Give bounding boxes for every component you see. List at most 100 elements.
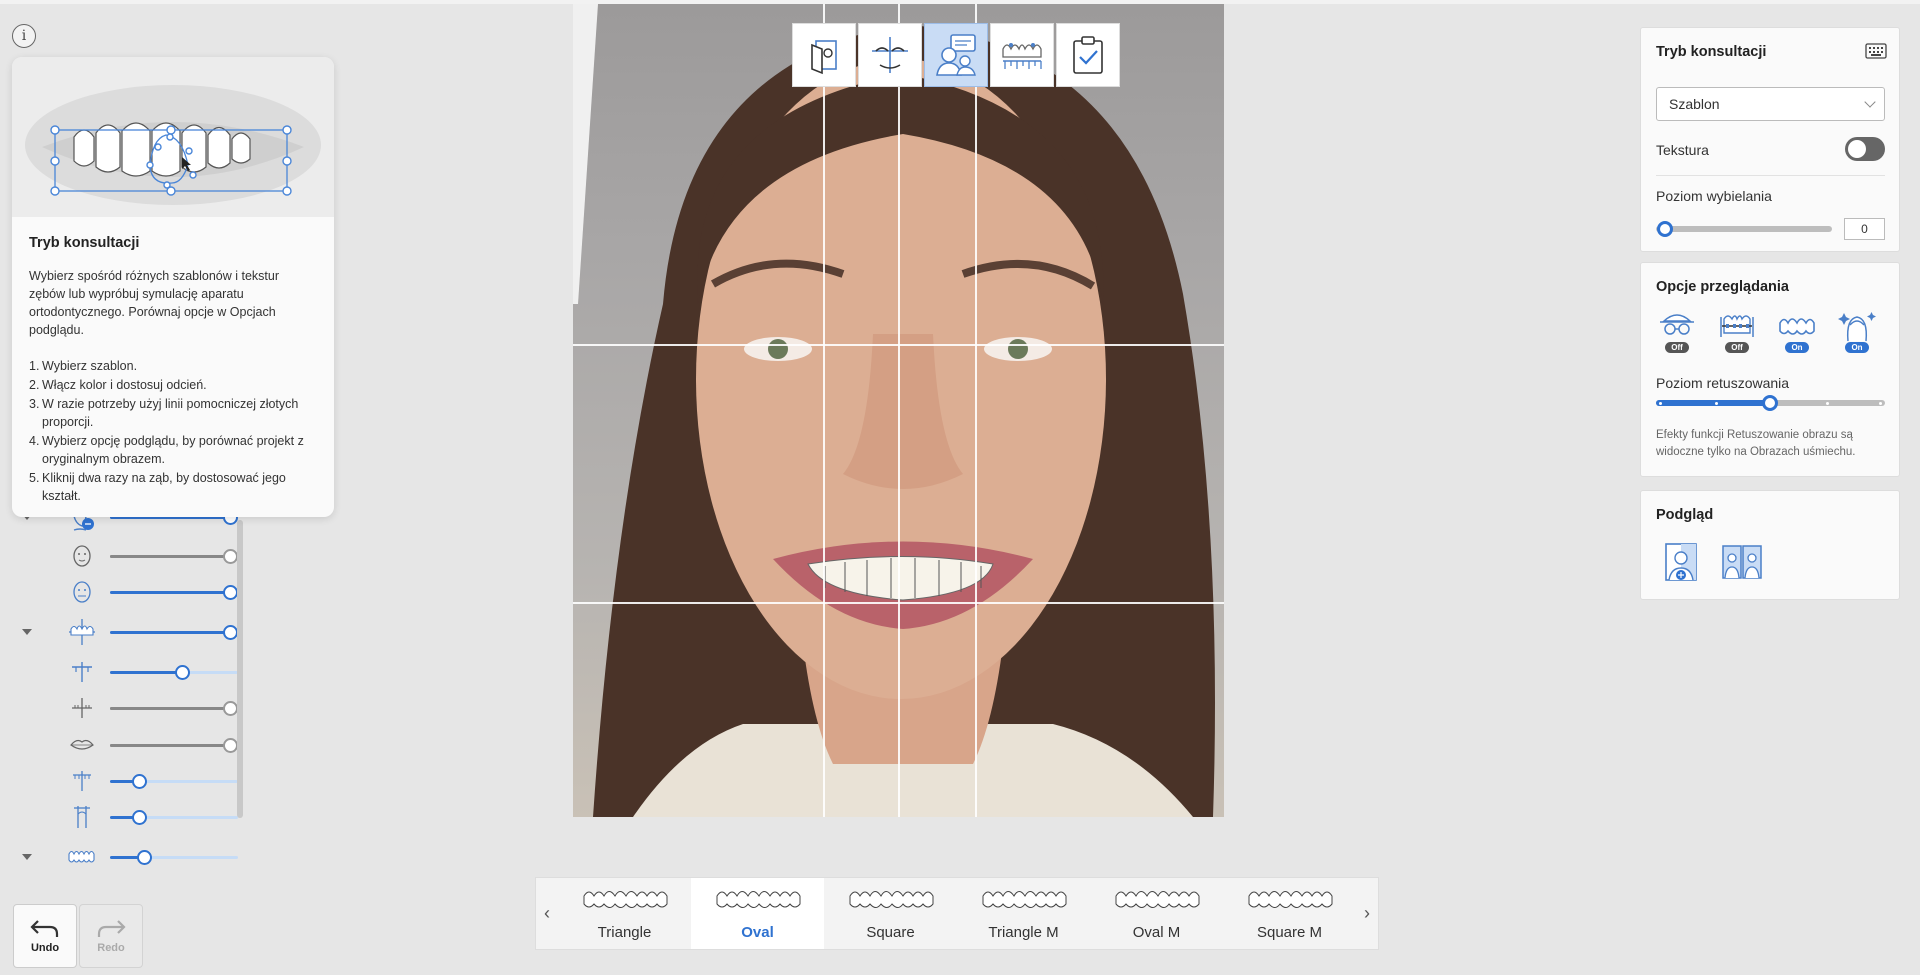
midline-icon [67, 657, 97, 687]
face-blue-icon [67, 577, 97, 607]
retouch-toggle[interactable]: On [1836, 311, 1878, 353]
template-item[interactable]: Square M [1223, 878, 1356, 949]
template-prev-button[interactable]: ‹ [536, 878, 558, 949]
slider-track[interactable] [110, 809, 238, 825]
help-step: 5. Kliknij dwa razy na ząb, by dostosować… [29, 471, 286, 503]
guide-line-vertical[interactable] [823, 4, 825, 817]
whitening-value-input[interactable]: 0 [1844, 218, 1885, 240]
view-options-panel: Opcje przeglądania Off Off On On Poziom … [1640, 262, 1900, 477]
slider-track[interactable] [110, 849, 238, 865]
template-item[interactable]: Square [824, 878, 957, 949]
patient-photo[interactable] [573, 4, 1224, 817]
slider-knob[interactable] [223, 548, 238, 564]
tooth-ruler-icon [67, 693, 97, 723]
tool-consultation[interactable] [924, 23, 988, 87]
slider-knob[interactable] [175, 664, 190, 680]
template-label: Triangle [597, 924, 652, 941]
slider-fill [110, 630, 230, 634]
template-select[interactable]: Szablon [1656, 87, 1885, 121]
hide-face-toggle[interactable]: Off [1656, 311, 1698, 353]
template-item[interactable]: Triangle M [957, 878, 1090, 949]
divider [1656, 175, 1885, 176]
consultation-icon [936, 34, 976, 76]
slider-knob[interactable] [132, 809, 147, 825]
toggle-knob [1848, 140, 1866, 158]
teeth-toggle[interactable]: On [1776, 311, 1818, 353]
slider-track[interactable] [110, 737, 238, 753]
template-item[interactable]: Oval M [1090, 878, 1223, 949]
slider-tick [1659, 401, 1662, 405]
template-label: Square [866, 924, 915, 941]
slider-fill [110, 554, 230, 558]
undo-button[interactable]: Undo [13, 904, 77, 968]
preview-title: Podgląd [1656, 507, 1714, 523]
adjustment-sliders [12, 500, 242, 882]
teeth-axis-icon [67, 617, 97, 647]
redo-label: Redo [97, 942, 125, 954]
slider-track[interactable] [110, 664, 238, 680]
split-view-icon[interactable] [1661, 542, 1703, 582]
sliders-scrollbar[interactable] [237, 520, 243, 818]
slider-track[interactable] [110, 624, 238, 640]
teeth-template-icon [583, 891, 667, 908]
keyboard-icon[interactable] [1865, 43, 1887, 59]
preview-icons [1661, 542, 1763, 582]
slider-knob[interactable] [137, 849, 152, 865]
guide-line-vertical[interactable] [898, 4, 900, 817]
teeth-row-icon [67, 842, 97, 872]
redo-icon [97, 920, 126, 937]
template-item[interactable]: Oval [691, 878, 824, 949]
teeth-measure-icon [1002, 43, 1042, 69]
retouch-slider-knob[interactable] [1762, 395, 1778, 411]
tool-checklist[interactable] [1056, 23, 1120, 87]
tool-face-lines[interactable] [858, 23, 922, 87]
guide-line-vertical[interactable] [975, 4, 977, 817]
face-outline-icon [67, 541, 97, 571]
view-options-icons: Off Off On On [1656, 311, 1878, 353]
slider-knob[interactable] [223, 584, 238, 600]
slider-knob[interactable] [223, 737, 238, 753]
whitening-slider-knob[interactable] [1657, 221, 1673, 237]
braces-toggle[interactable]: Off [1716, 311, 1758, 353]
guide-line-horizontal[interactable] [573, 344, 1224, 346]
slider-knob[interactable] [223, 700, 238, 716]
template-next-button[interactable]: › [1356, 878, 1378, 949]
preview-panel: Podgląd [1640, 490, 1900, 600]
help-step: 1. Wybierz szablon. [29, 359, 138, 373]
slider-fill [110, 743, 230, 747]
redo-button[interactable]: Redo [79, 904, 143, 968]
slider-knob[interactable] [223, 624, 238, 640]
slider-knob[interactable] [132, 773, 147, 789]
hide-face-state: Off [1665, 342, 1689, 353]
checklist-icon [1073, 36, 1103, 74]
slider-row [12, 657, 242, 687]
template-item[interactable]: Triangle [558, 878, 691, 949]
slider-fill [110, 706, 230, 710]
slider-track[interactable] [110, 700, 238, 716]
info-button[interactable]: i [12, 24, 36, 48]
whitening-slider-track[interactable] [1656, 226, 1832, 232]
slider-track[interactable] [110, 548, 238, 564]
texture-toggle[interactable] [1845, 137, 1885, 161]
retouch-note: Efekty funkcji Retuszowanie obrazu są wi… [1656, 429, 1856, 458]
braces-state: Off [1725, 342, 1749, 353]
slider-track[interactable] [110, 584, 238, 600]
retouch-state: On [1845, 342, 1869, 353]
braces-icon [1720, 315, 1754, 337]
help-step: 2. Włącz kolor i dostosuj odcień. [29, 378, 207, 392]
expand-chevron-icon[interactable] [22, 854, 32, 860]
slider-tick [1826, 401, 1829, 405]
slider-fill [110, 670, 182, 674]
template-label: Oval [741, 924, 774, 941]
face-lines-icon [872, 37, 908, 73]
tool-teeth-measure[interactable] [990, 23, 1054, 87]
side-by-side-icon[interactable] [1721, 542, 1763, 582]
guide-line-horizontal[interactable] [573, 602, 1224, 604]
retouch-label: Poziom retuszowania [1656, 375, 1790, 391]
slider-track[interactable] [110, 773, 238, 789]
tool-photo-import[interactable] [792, 23, 856, 87]
teeth-icon [1779, 318, 1815, 335]
expand-chevron-icon[interactable] [22, 629, 32, 635]
help-step: 3. W razie potrzeby użyj linii pomocnicze… [29, 397, 299, 429]
slider-row [12, 693, 242, 723]
